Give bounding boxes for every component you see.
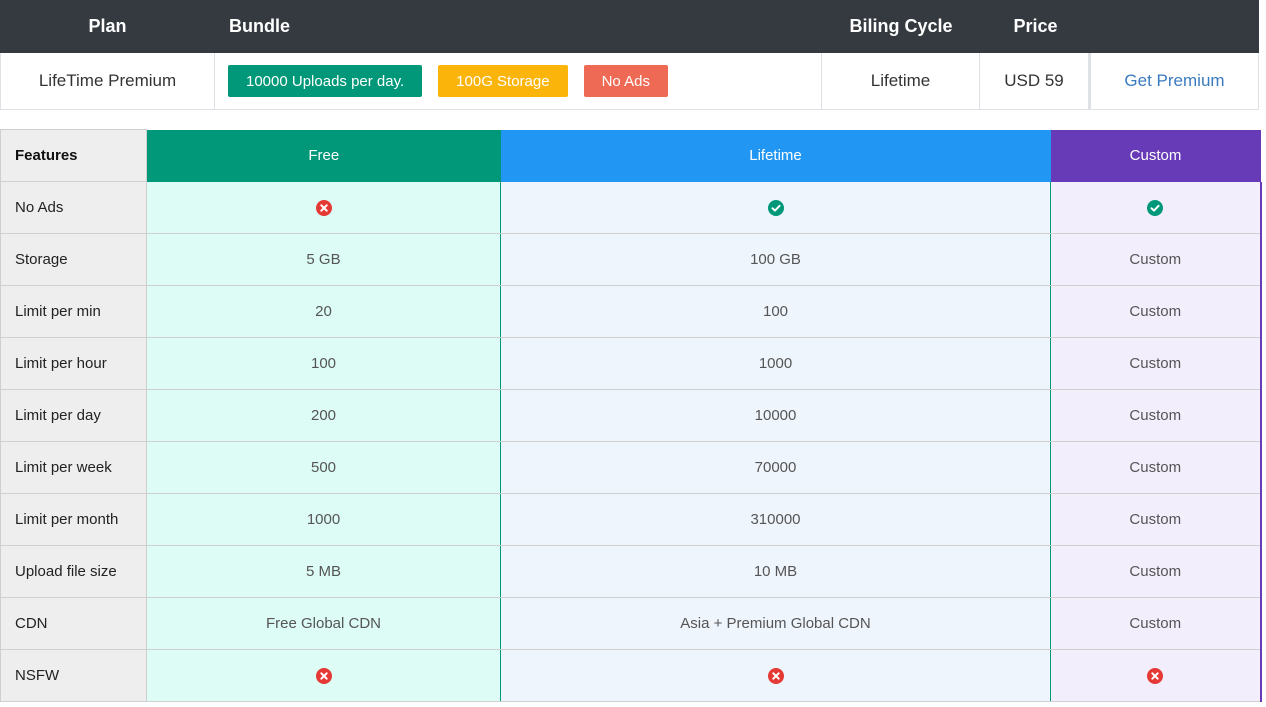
custom-value-cross <box>1050 649 1262 702</box>
get-premium-link[interactable]: Get Premium <box>1124 71 1224 91</box>
custom-value: Custom <box>1050 441 1262 494</box>
custom-value: Custom <box>1050 389 1262 442</box>
custom-value: Custom <box>1050 493 1262 546</box>
header-price: Price <box>1013 16 1058 36</box>
lifetime-value: 310000 <box>500 493 1051 546</box>
free-value-cross <box>146 181 501 234</box>
free-value-cross <box>146 649 501 702</box>
table-row: Upload file size 5 MB 10 MB Custom <box>0 545 1262 598</box>
lifetime-header: Lifetime <box>500 129 1051 182</box>
feature-name: No Ads <box>0 181 147 234</box>
table-row: Limit per day 200 10000 Custom <box>0 389 1262 442</box>
lifetime-value: 10000 <box>500 389 1051 442</box>
bundle-badges: 10000 Uploads per day. 100G Storage No A… <box>215 53 822 109</box>
cross-circle-icon <box>767 668 784 685</box>
free-value: 5 MB <box>146 545 501 598</box>
badge-uploads: 10000 Uploads per day. <box>228 65 423 97</box>
feature-name: Limit per month <box>0 493 147 546</box>
feature-name: Storage <box>0 233 147 286</box>
features-table: Features Free Lifetime Custom No Ads Stor… <box>0 129 1262 702</box>
feature-name: Upload file size <box>0 545 147 598</box>
table-row: Storage 5 GB 100 GB Custom <box>0 233 1262 286</box>
custom-value: Custom <box>1050 285 1262 338</box>
table-row: NSFW <box>0 649 1262 702</box>
features-header: Features <box>0 129 147 182</box>
lifetime-value: 100 <box>500 285 1051 338</box>
lifetime-value: 70000 <box>500 441 1051 494</box>
feature-name: Limit per min <box>0 285 147 338</box>
free-value: Free Global CDN <box>146 597 501 650</box>
plan-name: LifeTime Premium <box>1 53 215 109</box>
header-action <box>1091 0 1259 53</box>
plan-table-header: Plan Bundle Biling Cycle Price <box>0 0 1259 53</box>
free-value: 500 <box>146 441 501 494</box>
action-cell: Get Premium <box>1091 53 1258 109</box>
custom-header: Custom <box>1050 129 1261 182</box>
custom-value: Custom <box>1050 545 1262 598</box>
lifetime-value-cross <box>500 649 1051 702</box>
cross-circle-icon <box>1147 668 1164 685</box>
billing-cycle: Lifetime <box>822 53 980 109</box>
custom-value: Custom <box>1050 233 1262 286</box>
free-value: 5 GB <box>146 233 501 286</box>
custom-value: Custom <box>1050 337 1262 390</box>
header-billing-cycle: Biling Cycle <box>849 16 953 36</box>
plan-row: LifeTime Premium 10000 Uploads per day. … <box>0 53 1259 110</box>
table-row: Limit per hour 100 1000 Custom <box>0 337 1262 390</box>
badge-no-ads: No Ads <box>583 65 668 97</box>
free-value: 100 <box>146 337 501 390</box>
table-row: Limit per week 500 70000 Custom <box>0 441 1262 494</box>
table-row: CDN Free Global CDN Asia + Premium Global … <box>0 597 1262 650</box>
lifetime-value-check <box>500 181 1051 234</box>
free-header: Free <box>146 129 501 182</box>
check-circle-icon <box>767 199 784 216</box>
lifetime-value: 10 MB <box>500 545 1051 598</box>
badge-storage: 100G Storage <box>438 65 568 97</box>
free-value: 20 <box>146 285 501 338</box>
check-circle-icon <box>1147 199 1164 216</box>
cross-circle-icon <box>315 199 332 216</box>
custom-value: Custom <box>1050 597 1262 650</box>
table-row: Limit per month 1000 310000 Custom <box>0 493 1262 546</box>
lifetime-value: 100 GB <box>500 233 1051 286</box>
feature-name: Limit per day <box>0 389 147 442</box>
lifetime-value: 1000 <box>500 337 1051 390</box>
feature-name: CDN <box>0 597 147 650</box>
features-body: No Ads Storage 5 GB 100 GB Custom Limit per m… <box>0 181 1262 702</box>
feature-name: Limit per hour <box>0 337 147 390</box>
price: USD 59 <box>980 53 1091 109</box>
feature-name: NSFW <box>0 649 147 702</box>
feature-name: Limit per week <box>0 441 147 494</box>
free-value: 1000 <box>146 493 501 546</box>
header-bundle: Bundle <box>229 16 290 36</box>
cross-circle-icon <box>315 668 332 685</box>
table-row: No Ads <box>0 181 1262 234</box>
plan-table: Plan Bundle Biling Cycle Price LifeTime … <box>0 0 1259 110</box>
table-row: Limit per min 20 100 Custom <box>0 285 1262 338</box>
features-header-row: Features Free Lifetime Custom <box>0 129 1261 182</box>
custom-value-check <box>1050 181 1262 234</box>
header-plan: Plan <box>88 16 127 36</box>
free-value: 200 <box>146 389 501 442</box>
lifetime-value: Asia + Premium Global CDN <box>500 597 1051 650</box>
